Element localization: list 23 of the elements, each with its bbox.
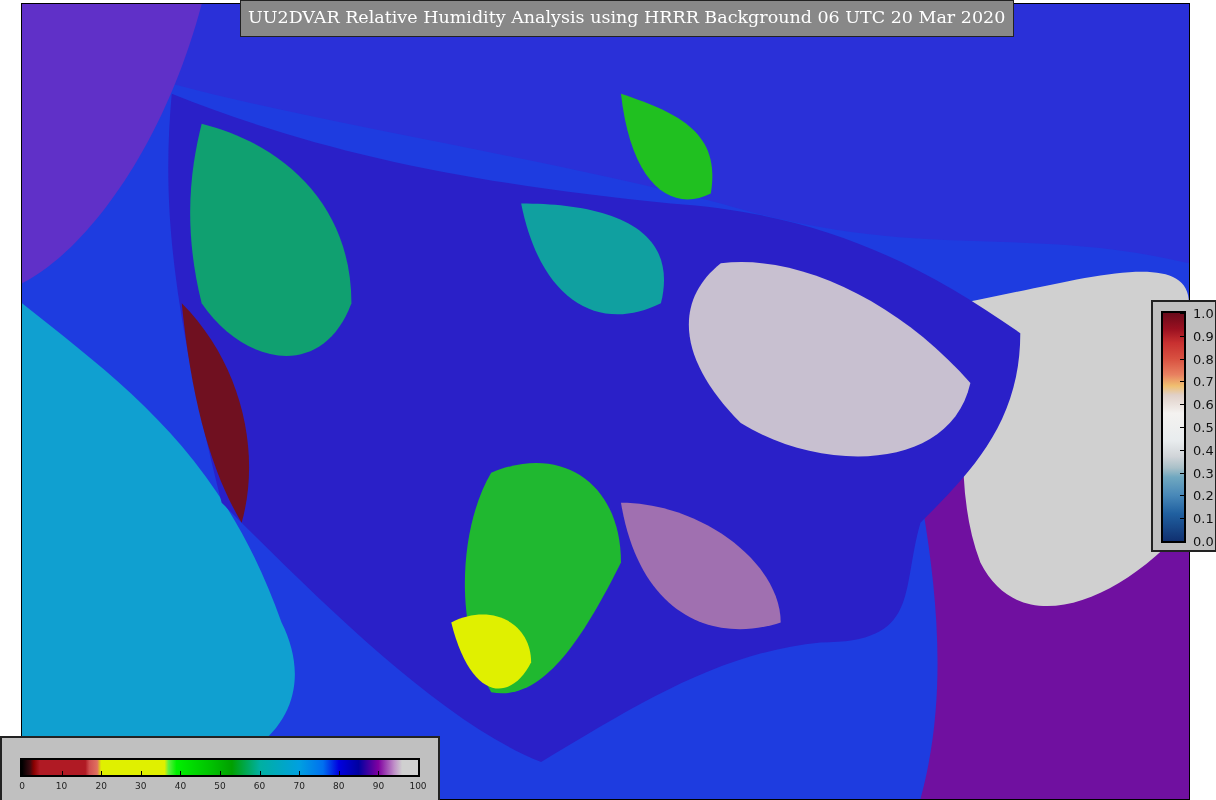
- tick-label: 10: [55, 781, 68, 791]
- tick-label: 0.4: [1193, 442, 1214, 458]
- tick-label: 0.9: [1193, 328, 1214, 344]
- tick-label: 1.0: [1193, 305, 1214, 321]
- tick-label: 80: [333, 781, 345, 791]
- tick-label: 30: [135, 781, 147, 791]
- tick-label: 40: [174, 781, 187, 791]
- tick-label: 0.5: [1193, 419, 1214, 435]
- map-title: UU2DVAR Relative Humidity Analysis using HRRR Background 06 UTC 20 Mar 2020: [240, 0, 1015, 37]
- tick-label: 0.3: [1193, 465, 1214, 481]
- tick-label: 70: [293, 781, 305, 791]
- tick-label: 0.2: [1193, 487, 1214, 503]
- tick-label: 0.0: [1193, 533, 1214, 549]
- tick-label: 60: [253, 781, 266, 791]
- tick-label: 20: [95, 781, 107, 791]
- tick-label: 0.8: [1193, 351, 1214, 367]
- tick-label: 0.1: [1193, 510, 1214, 526]
- tick-label: 90: [372, 781, 385, 791]
- tick-label: 0.6: [1193, 396, 1214, 412]
- tick-label: 0: [19, 781, 25, 791]
- tick-label: 50: [214, 781, 226, 791]
- tick-label: 100: [409, 781, 427, 791]
- tick-label: 0.7: [1193, 373, 1214, 389]
